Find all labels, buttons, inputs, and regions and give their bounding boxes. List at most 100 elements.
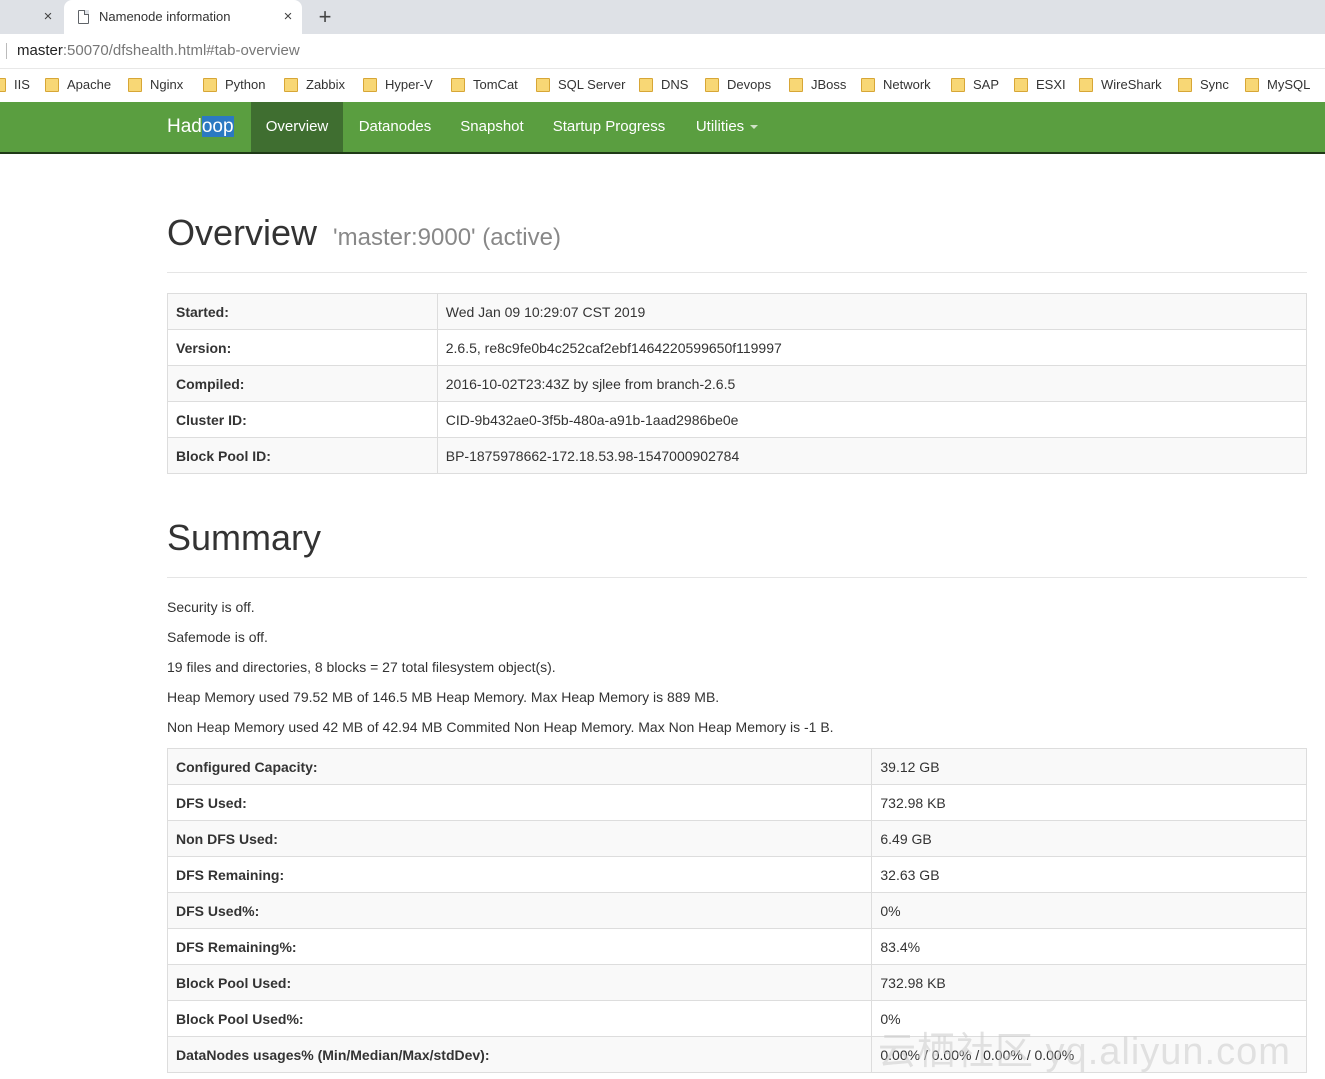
- folder-icon: [639, 78, 653, 92]
- table-row: DFS Remaining%: 83.4%: [166, 928, 1307, 965]
- table-key: DFS Used:: [166, 784, 873, 821]
- table-key: DFS Remaining:: [166, 856, 873, 893]
- folder-icon: [451, 78, 465, 92]
- table-key: Block Pool Used:: [166, 964, 873, 1001]
- nav-startup-progress[interactable]: Startup Progress: [542, 102, 676, 152]
- bookmark-label: SAP: [973, 77, 1000, 92]
- table-value: 39.12 GB: [871, 748, 1307, 785]
- bookmark-label: DNS: [661, 77, 689, 92]
- overview-table: Started: Wed Jan 09 10:29:07 CST 2019 Ver…: [167, 293, 1308, 474]
- nav-datanodes[interactable]: Datanodes: [345, 102, 445, 152]
- table-value: 32.63 GB: [871, 856, 1307, 893]
- bookmark-label: MySQL: [1267, 77, 1311, 92]
- folder-icon: [284, 78, 298, 92]
- hadoop-brand[interactable]: Hadoop: [167, 116, 234, 138]
- nav-snapshot[interactable]: Snapshot: [450, 102, 534, 152]
- url-path: :50070/dfshealth.html#tab-overview: [62, 42, 300, 59]
- table-value: 2016-10-02T23:43Z by sjlee from branch-2…: [436, 365, 1308, 402]
- bookmark-label: Network: [883, 77, 931, 92]
- table-row: Non DFS Used: 6.49 GB: [166, 820, 1307, 857]
- bookmark-label: WireShark: [1101, 77, 1162, 92]
- browser-tab-active[interactable]: Namenode information ×: [64, 0, 302, 34]
- folder-icon: [705, 78, 719, 92]
- bookmarks-bar: IIS Apache Nginx Python Zabbix Hyper-V T…: [0, 69, 1325, 100]
- table-value: 6.49 GB: [871, 820, 1307, 857]
- table-row: Configured Capacity: 39.12 GB: [166, 748, 1307, 785]
- hadoop-navbar: Hadoop Overview Datanodes Snapshot Start…: [0, 102, 1325, 154]
- nav-overview[interactable]: Overview: [251, 102, 343, 152]
- folder-icon: [0, 78, 6, 92]
- folder-icon: [1178, 78, 1192, 92]
- folder-icon: [861, 78, 875, 92]
- table-key: Configured Capacity:: [166, 748, 873, 785]
- caret-down-icon: [750, 125, 759, 130]
- summary-line: Heap Memory used 79.52 MB of 146.5 MB He…: [167, 689, 720, 705]
- bookmark-label: JBoss: [811, 77, 847, 92]
- overview-heading: Overview 'master:9000' (active): [167, 212, 561, 254]
- browser-tab-strip: × Namenode information × +: [0, 0, 1325, 34]
- bookmark-label: ESXI: [1036, 77, 1066, 92]
- address-bar[interactable]: master:50070/dfshealth.html#tab-overview: [0, 34, 1325, 69]
- table-key: Block Pool Used%:: [166, 1000, 873, 1037]
- folder-icon: [1245, 78, 1259, 92]
- table-value: 83.4%: [871, 928, 1307, 965]
- table-row: DFS Remaining: 32.63 GB: [166, 856, 1307, 893]
- bookmark-label: Hyper-V: [385, 77, 433, 92]
- bookmark-label: SQL Server: [558, 77, 626, 92]
- table-value: 732.98 KB: [871, 964, 1307, 1001]
- url-text[interactable]: master:50070/dfshealth.html#tab-overview: [17, 42, 300, 59]
- new-tab-button[interactable]: +: [314, 4, 336, 30]
- table-row: Started: Wed Jan 09 10:29:07 CST 2019: [167, 293, 1308, 330]
- folder-icon: [951, 78, 965, 92]
- overview-subtitle: 'master:9000' (active): [333, 224, 561, 251]
- table-value: Wed Jan 09 10:29:07 CST 2019: [436, 293, 1308, 330]
- bookmark-label: Python: [225, 77, 266, 92]
- folder-icon: [203, 78, 217, 92]
- folder-icon: [789, 78, 803, 92]
- page-icon: [78, 10, 89, 24]
- table-row: Version: 2.6.5, re8c9fe0b4c252caf2ebf1464…: [167, 329, 1308, 366]
- bookmark-label: Zabbix: [306, 77, 346, 92]
- table-row: DFS Used%: 0%: [166, 892, 1307, 929]
- table-value: 732.98 KB: [871, 784, 1307, 821]
- table-key: DFS Used%:: [166, 892, 873, 929]
- table-key: Block Pool ID:: [167, 437, 438, 474]
- summary-line: 19 files and directories, 8 blocks = 27 …: [167, 659, 556, 675]
- folder-icon: [536, 78, 550, 92]
- divider: [167, 272, 1307, 273]
- tab-close-icon[interactable]: ×: [278, 6, 298, 28]
- table-key: DataNodes usages% (Min/Median/Max/stdDev…: [166, 1036, 873, 1073]
- watermark: 云栖社区 yq.aliyun.com: [878, 1031, 1291, 1073]
- nav-utilities[interactable]: Utilities: [688, 102, 766, 152]
- table-row: DFS Used: 732.98 KB: [166, 784, 1307, 821]
- table-row: Block Pool Used: 732.98 KB: [166, 964, 1307, 1001]
- folder-icon: [1014, 78, 1028, 92]
- divider: [167, 577, 1307, 578]
- previous-tab-close-icon[interactable]: ×: [38, 6, 58, 28]
- brand-text-selected: oop: [201, 116, 234, 137]
- bookmark-label: Nginx: [150, 77, 184, 92]
- summary-line: Non Heap Memory used 42 MB of 42.94 MB C…: [167, 719, 834, 735]
- folder-icon: [45, 78, 59, 92]
- summary-line: Security is off.: [167, 599, 255, 615]
- table-value: 0%: [871, 892, 1307, 929]
- table-row: Cluster ID: CID-9b432ae0-3f5b-480a-a91b-1…: [167, 401, 1308, 438]
- tab-title: Namenode information: [99, 9, 231, 24]
- bookmark-label: Apache: [67, 77, 112, 92]
- table-key: Started:: [167, 293, 438, 330]
- bookmark-label: TomCat: [473, 77, 518, 92]
- folder-icon: [1079, 78, 1093, 92]
- address-divider: [6, 43, 7, 59]
- bookmark-label: IIS: [14, 77, 30, 92]
- table-key: Non DFS Used:: [166, 820, 873, 857]
- table-row: Compiled: 2016-10-02T23:43Z by sjlee from…: [167, 365, 1308, 402]
- bookmark-label: Devops: [727, 77, 772, 92]
- overview-title: Overview: [167, 212, 318, 253]
- folder-icon: [363, 78, 377, 92]
- summary-line: Safemode is off.: [167, 629, 268, 645]
- table-value: CID-9b432ae0-3f5b-480a-a91b-1aad2986be0e: [436, 401, 1308, 438]
- table-value: BP-1875978662-172.18.53.98-1547000902784: [436, 437, 1308, 474]
- bookmark-label: Sync: [1200, 77, 1229, 92]
- table-key: Cluster ID:: [167, 401, 438, 438]
- url-host: master: [17, 42, 63, 59]
